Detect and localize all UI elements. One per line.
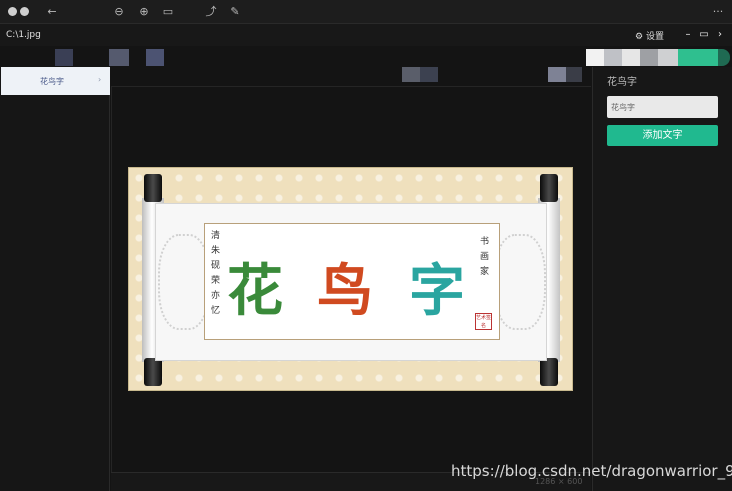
- gear-icon: ⚙: [635, 32, 644, 42]
- window-minimize-icon[interactable]: –: [682, 28, 694, 42]
- add-text-button[interactable]: 添加文字: [607, 125, 718, 146]
- settings-button[interactable]: ⚙ 设置: [635, 29, 664, 42]
- zoom-in-icon[interactable]: ⊕: [136, 4, 152, 20]
- scroll-paper: 清朱砚荣亦忆 书画家 花 鸟 字 艺术签名: [155, 203, 547, 361]
- more-menu-button[interactable]: ···: [710, 4, 726, 20]
- close-dot-icon[interactable]: [8, 7, 17, 16]
- right-inscription: 书画家: [478, 236, 488, 281]
- back-icon[interactable]: ←: [44, 4, 60, 20]
- sidebar-item-label: 花鸟字: [40, 77, 64, 86]
- seal-stamp: 艺术签名: [475, 313, 492, 330]
- text-input[interactable]: [607, 96, 718, 118]
- char-word: 字: [409, 258, 465, 324]
- window-close-icon[interactable]: ›: [714, 28, 726, 42]
- minimize-dot-icon[interactable]: [20, 7, 29, 16]
- panel-title: 花鸟字: [607, 77, 637, 88]
- chevron-right-icon: ›: [98, 75, 102, 84]
- left-inscription: 清朱砚荣亦忆: [209, 230, 219, 320]
- right-panel: 花鸟字 添加文字: [592, 67, 732, 491]
- zoom-out-icon[interactable]: ⊖: [111, 4, 127, 20]
- fit-icon[interactable]: ▭: [160, 4, 176, 20]
- painting-frame: 清朱砚荣亦忆 书画家 花 鸟 字 艺术签名: [204, 223, 500, 340]
- file-name: C:\1.jpg: [6, 30, 41, 40]
- left-sidebar: 花鸟字 ›: [0, 67, 110, 491]
- tool-icon[interactable]: ✎: [227, 4, 243, 20]
- top-toolbar: ← ⊖ ⊕ ▭ ⤴ ✎ ···: [0, 0, 732, 24]
- watermark: https://blog.csdn.net/dragonwarrior_95: [451, 462, 732, 480]
- char-flower: 花: [227, 258, 283, 324]
- window-maximize-icon[interactable]: ▭: [698, 28, 710, 42]
- settings-label: 设置: [645, 32, 664, 42]
- rotate-icon[interactable]: ⤴: [203, 4, 219, 20]
- painting-image: 清朱砚荣亦忆 书画家 花 鸟 字 艺术签名: [128, 167, 573, 391]
- header-bar: C:\1.jpg ⚙ 设置 – ▭ ›: [0, 24, 732, 46]
- char-bird: 鸟: [317, 258, 373, 324]
- sidebar-item-huaniaozi[interactable]: 花鸟字 ›: [1, 67, 110, 95]
